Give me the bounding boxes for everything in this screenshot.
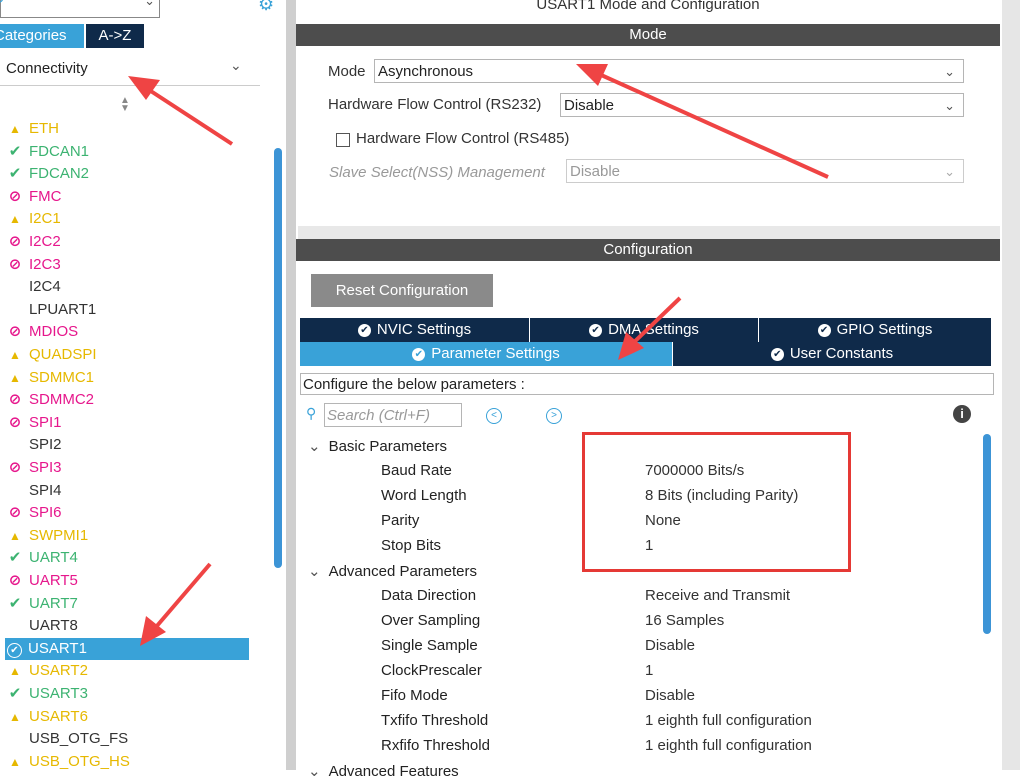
annotation-arrow-head: [128, 76, 160, 100]
annotation-arrow: [626, 296, 682, 350]
annotation-arrows: [128, 64, 829, 646]
annotation-arrow: [138, 82, 234, 146]
annotation-arrow: [148, 562, 212, 636]
annotation-arrow: [589, 68, 829, 179]
